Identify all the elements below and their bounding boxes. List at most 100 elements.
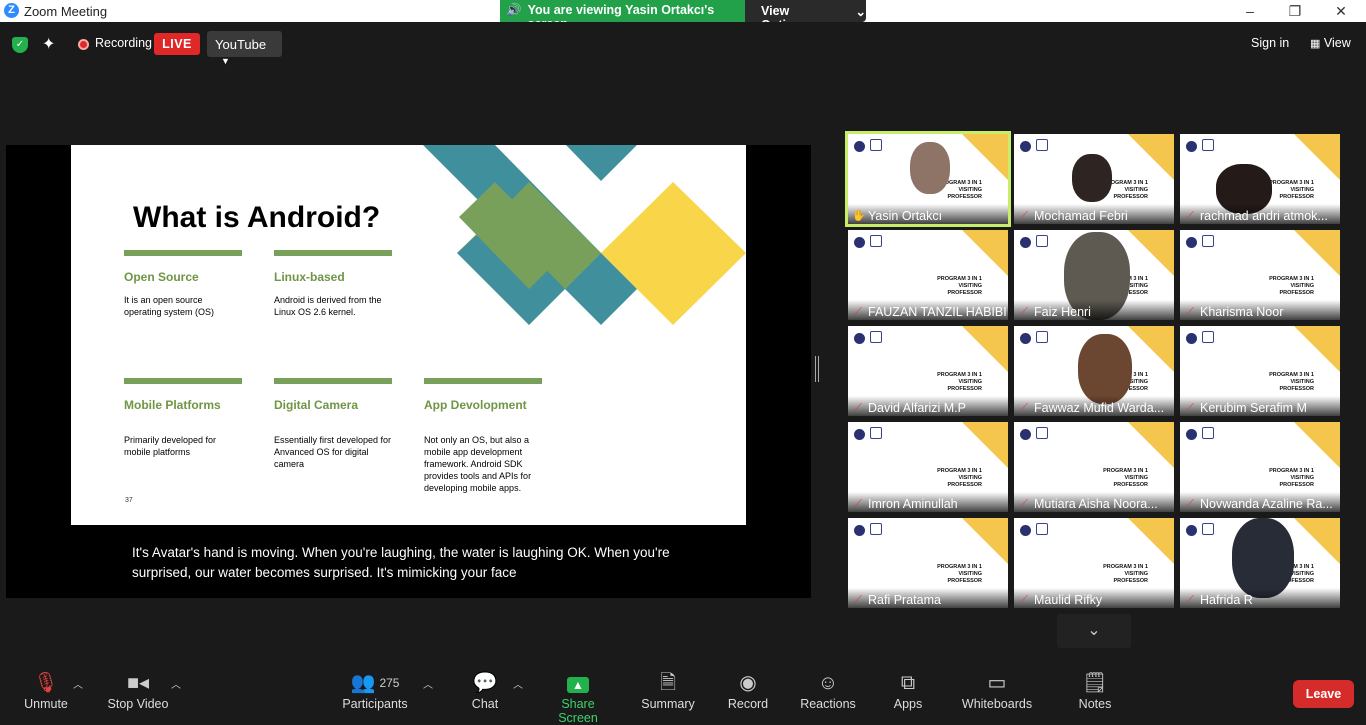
tile-yellow-corner bbox=[1294, 134, 1340, 180]
participant-tile[interactable]: PROGRAM 3 IN 1 VISITING PROFESSOR ⟋ Mocham… bbox=[1014, 134, 1174, 224]
participant-name: Fawwaz Mufid Warda... bbox=[1034, 401, 1165, 415]
viewing-message: You are viewing Yasin Ortakcı's screen bbox=[527, 3, 715, 31]
leave-button[interactable]: Leave bbox=[1293, 680, 1354, 708]
program-text: PROGRAM 3 IN 1 VISITING PROFESSOR bbox=[1269, 468, 1314, 488]
whiteboard-icon: ▭ bbox=[987, 672, 1007, 694]
participant-tile[interactable]: PROGRAM 3 IN 1 VISITING PROFESSOR ⟋ rachma… bbox=[1180, 134, 1340, 224]
participants-button[interactable]: 👥 275 Participants bbox=[338, 670, 412, 711]
faculty-logo-icon bbox=[1202, 331, 1214, 343]
grid-icon: ▦ bbox=[1310, 38, 1321, 50]
splitter-handle[interactable] bbox=[815, 356, 819, 382]
participant-name: Imron Aminullah bbox=[868, 497, 958, 511]
university-logo-icon bbox=[854, 237, 865, 248]
stop-video-button[interactable]: ■◂ Stop Video bbox=[104, 670, 172, 711]
share-screen-button[interactable]: ▲ Share Screen bbox=[540, 670, 616, 725]
chat-button[interactable]: 💬 Chat bbox=[466, 670, 504, 711]
slide-title: What is Android? bbox=[133, 201, 381, 234]
participant-name-bar: ⟋ Faiz Henri bbox=[1014, 300, 1174, 320]
participant-tile[interactable]: PROGRAM 3 IN 1 VISITING PROFESSOR ⟋ Imron … bbox=[848, 422, 1008, 512]
tile-yellow-corner bbox=[1294, 230, 1340, 276]
program-text: PROGRAM 3 IN 1 VISITING PROFESSOR bbox=[1269, 276, 1314, 296]
participant-name: Rafi Pratama bbox=[868, 593, 941, 607]
column-text: It is an open source operating system (O… bbox=[124, 295, 215, 317]
column-text: Not only an OS, but also a mobile app de… bbox=[424, 435, 532, 493]
participant-tile[interactable]: PROGRAM 3 IN 1 VISITING PROFESSOR ⟋ Maulid… bbox=[1014, 518, 1174, 608]
meeting-topbar: ✓ ✦ Recording LIVE YouTube ▼ Sign in ▦ V… bbox=[0, 22, 1366, 66]
participant-name-bar: ⟋ rachmad andri atmok... bbox=[1180, 204, 1340, 224]
participant-tile[interactable]: PROGRAM 3 IN 1 VISITING PROFESSOR⟋Fawwaz… bbox=[1014, 326, 1174, 416]
faculty-logo-icon bbox=[1036, 427, 1048, 439]
participant-tile[interactable]: PROGRAM 3 IN 1 VISITING PROFESSOR ⟋ Rafi P… bbox=[848, 518, 1008, 608]
participant-name-bar: ✋ Yasin Ortakcı bbox=[848, 204, 1008, 224]
view-options-label: View Options bbox=[761, 4, 808, 32]
tile-yellow-corner bbox=[962, 422, 1008, 468]
reactions-label: Reactions bbox=[800, 697, 856, 711]
muted-mic-icon: ⟋ bbox=[1020, 498, 1028, 510]
apps-icon: ⧉ bbox=[900, 672, 916, 694]
participant-tile[interactable]: PROGRAM 3 IN 1 VISITING PROFESSOR ⟋ Mutiar… bbox=[1014, 422, 1174, 512]
ai-companion-icon[interactable]: ✦ bbox=[42, 34, 55, 54]
muted-mic-icon: ✋ bbox=[852, 210, 866, 222]
sign-in-button[interactable]: Sign in bbox=[1251, 36, 1289, 50]
chat-bubble-icon: 💬 bbox=[472, 672, 498, 694]
slide-page-number: 37 bbox=[125, 497, 133, 504]
unmute-button[interactable]: 🎙 Unmute bbox=[20, 670, 72, 711]
faculty-logo-icon bbox=[1036, 139, 1048, 151]
participant-name: Mochamad Febri bbox=[1034, 209, 1128, 223]
participant-name-bar: ⟋ Kerubim Serafim M bbox=[1180, 396, 1340, 416]
notes-button[interactable]: 🗒 Notes bbox=[1076, 670, 1114, 711]
faculty-logo-icon bbox=[870, 427, 882, 439]
recording-label[interactable]: Recording bbox=[95, 36, 152, 50]
minimize-icon[interactable]: – bbox=[1235, 1, 1265, 21]
participants-label: Participants bbox=[342, 697, 408, 711]
video-options-caret-icon[interactable]: ︿ bbox=[171, 676, 181, 691]
participants-options-caret-icon[interactable]: ︿ bbox=[423, 676, 433, 691]
viewing-indicator: 🔊 You are viewing Yasin Ortakcı's screen bbox=[500, 0, 745, 31]
summary-button[interactable]: 🗎 Summary bbox=[638, 670, 698, 711]
muted-mic-icon: ⟋ bbox=[1020, 210, 1028, 222]
participants-icon: 👥 bbox=[350, 672, 376, 694]
whiteboards-button[interactable]: ▭ Whiteboards bbox=[960, 670, 1034, 711]
audio-options-caret-icon[interactable]: ︿ bbox=[73, 676, 83, 691]
faculty-logo-icon bbox=[1036, 235, 1048, 247]
participant-tile[interactable]: PROGRAM 3 IN 1 VISITING PROFESSOR ⟋ David … bbox=[848, 326, 1008, 416]
faculty-logo-icon bbox=[870, 523, 882, 535]
whiteboards-label: Whiteboards bbox=[961, 697, 1033, 711]
participant-name-bar: ⟋ Novwanda Azaline Ra... bbox=[1180, 492, 1340, 512]
participant-name-bar: ⟋ Kharisma Noor bbox=[1180, 300, 1340, 320]
tile-yellow-corner bbox=[962, 134, 1008, 180]
participant-tile[interactable]: PROGRAM 3 IN 1 VISITING PROFESSOR ⟋ Kharis… bbox=[1180, 230, 1340, 320]
apps-button[interactable]: ⧉ Apps bbox=[890, 670, 926, 711]
university-logo-icon bbox=[1186, 525, 1197, 536]
participant-tile[interactable]: PROGRAM 3 IN 1 VISITING PROFESSOR ⟋ FAUZAN… bbox=[848, 230, 1008, 320]
maximize-icon[interactable]: ❐ bbox=[1280, 1, 1310, 21]
column-heading: Mobile Platforms bbox=[124, 398, 221, 412]
participant-tile[interactable]: PROGRAM 3 IN 1 VISITING PROFESSOR ✋ Yasin … bbox=[845, 131, 1011, 227]
column-text: Primarily developed for mobile platforms bbox=[124, 435, 217, 457]
record-button[interactable]: ◉ Record bbox=[726, 670, 770, 711]
participant-name-bar: ⟋ FAUZAN TANZIL HABIBI bbox=[848, 300, 1008, 320]
column-text: Essentially first developed for Anvanced… bbox=[274, 435, 392, 469]
participant-tile[interactable]: PROGRAM 3 IN 1 VISITING PROFESSOR ⟋ Novwan… bbox=[1180, 422, 1340, 512]
participant-tile[interactable]: PROGRAM 3 IN 1 VISITING PROFESSOR ⟋ Kerubi… bbox=[1180, 326, 1340, 416]
participant-name: Faiz Henri bbox=[1034, 305, 1091, 319]
gallery-next-page-button[interactable]: ⌄ bbox=[1057, 614, 1131, 648]
view-options-button[interactable]: View Options ⌄ bbox=[745, 0, 866, 32]
chat-options-caret-icon[interactable]: ︿ bbox=[513, 676, 523, 691]
caret-down-icon: ▼ bbox=[221, 56, 230, 66]
university-logo-icon bbox=[1186, 333, 1197, 344]
muted-mic-icon: ⟋ bbox=[1186, 306, 1194, 318]
program-text: PROGRAM 3 IN 1 VISITING PROFESSOR bbox=[937, 468, 982, 488]
participant-tile[interactable]: PROGRAM 3 IN 1 VISITING PROFESSOR⟋Hafrid… bbox=[1180, 518, 1340, 608]
tile-yellow-corner bbox=[1294, 422, 1340, 468]
participant-count: 275 bbox=[379, 676, 400, 690]
faculty-logo-icon bbox=[870, 331, 882, 343]
close-icon[interactable]: ✕ bbox=[1326, 1, 1356, 21]
security-shield-icon[interactable]: ✓ bbox=[12, 37, 28, 53]
live-badge[interactable]: LIVE bbox=[154, 33, 200, 55]
muted-mic-icon: 🎙 bbox=[33, 672, 59, 694]
participant-tile[interactable]: PROGRAM 3 IN 1 VISITING PROFESSOR⟋Faiz H… bbox=[1014, 230, 1174, 320]
reactions-button[interactable]: ☺ Reactions bbox=[798, 670, 858, 711]
view-button[interactable]: ▦ View bbox=[1310, 36, 1351, 50]
stream-dropdown[interactable]: YouTube ▼ bbox=[207, 31, 282, 66]
